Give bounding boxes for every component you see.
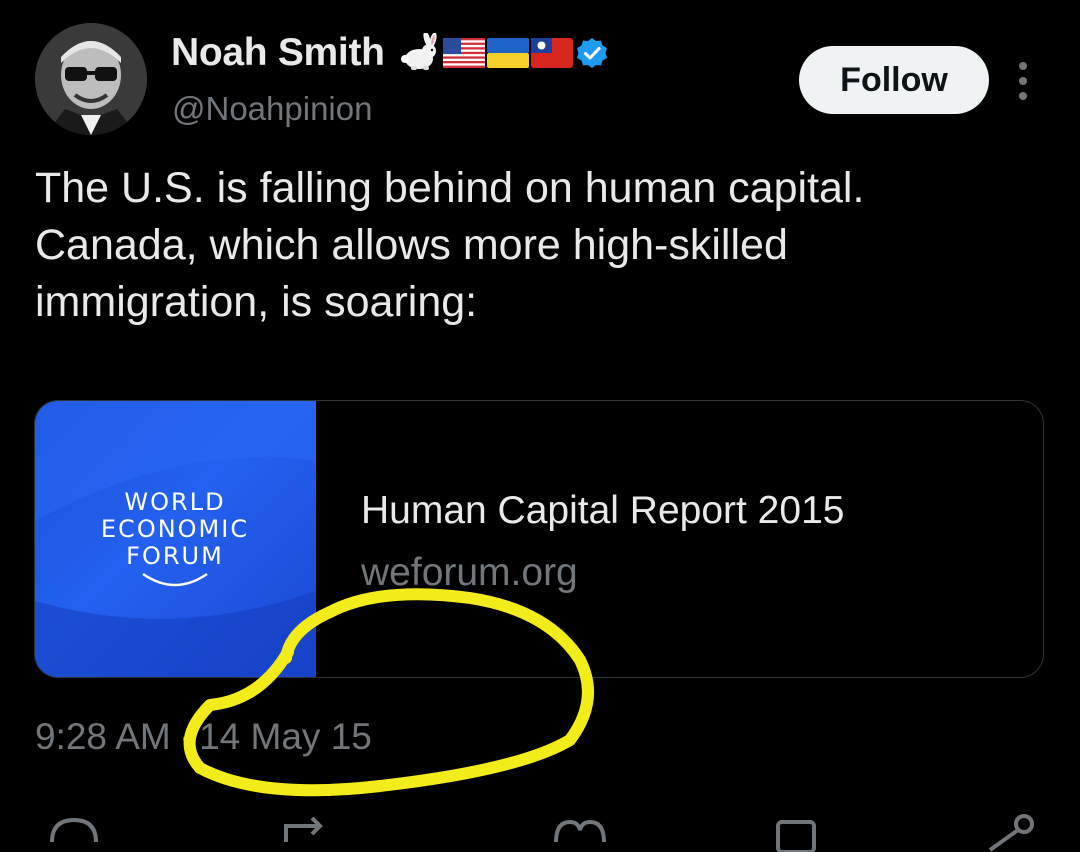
taiwan-flag-icon <box>530 38 573 68</box>
tweet-text-line: The U.S. is falling behind on human capi… <box>35 164 865 212</box>
like-action[interactable] <box>550 812 610 852</box>
wef-logo-line: WORLD <box>124 488 226 516</box>
tweet-text-line: immigration, is soaring: <box>35 278 478 326</box>
bookmark-icon <box>776 820 816 852</box>
reply-icon <box>50 817 98 843</box>
author-name-row: Noah Smith <box>171 28 609 78</box>
tweet-timestamp[interactable]: 9:28 AM · 14 May 15 <box>35 716 372 758</box>
reply-action[interactable] <box>44 812 104 852</box>
bookmark-action[interactable] <box>770 812 830 852</box>
card-title[interactable]: Human Capital Report 2015 <box>361 489 844 533</box>
share-action[interactable] <box>980 812 1040 852</box>
timestamp-date: 14 May 15 <box>199 716 372 757</box>
author-display-name[interactable]: Noah Smith <box>171 31 385 75</box>
heart-icon <box>554 819 606 843</box>
share-icon <box>988 814 1034 852</box>
timestamp-separator: · <box>178 716 192 757</box>
tweet-text: The U.S. is falling behind on human capi… <box>35 160 1045 331</box>
tweet-text-line: Canada, which allows more high-skilled <box>35 221 788 269</box>
author-avatar[interactable] <box>35 23 147 135</box>
avatar-image <box>35 23 147 135</box>
verified-badge-icon[interactable] <box>575 36 609 70</box>
wef-logo-arc <box>142 572 208 587</box>
rabbit-icon <box>400 33 437 70</box>
us-flag-icon <box>442 38 485 68</box>
repost-icon <box>284 816 323 842</box>
author-handle[interactable]: @Noahpinion <box>172 90 372 128</box>
link-preview-card[interactable]: WORLD ECONOMIC FORUM Human Capital Repor… <box>34 400 1044 678</box>
follow-button[interactable]: Follow <box>799 46 989 114</box>
repost-action[interactable] <box>280 812 340 852</box>
wef-logo-line: ECONOMIC <box>100 515 250 543</box>
card-domain[interactable]: weforum.org <box>361 551 578 595</box>
card-thumbnail: WORLD ECONOMIC FORUM <box>35 401 316 677</box>
timestamp-time: 9:28 AM <box>35 716 171 757</box>
ukraine-flag-icon <box>486 38 529 68</box>
wef-logo: WORLD ECONOMIC FORUM <box>85 489 265 600</box>
more-options-icon[interactable] <box>1012 62 1034 100</box>
wef-logo-line: FORUM <box>126 542 224 570</box>
author-emoji-row <box>395 33 609 73</box>
